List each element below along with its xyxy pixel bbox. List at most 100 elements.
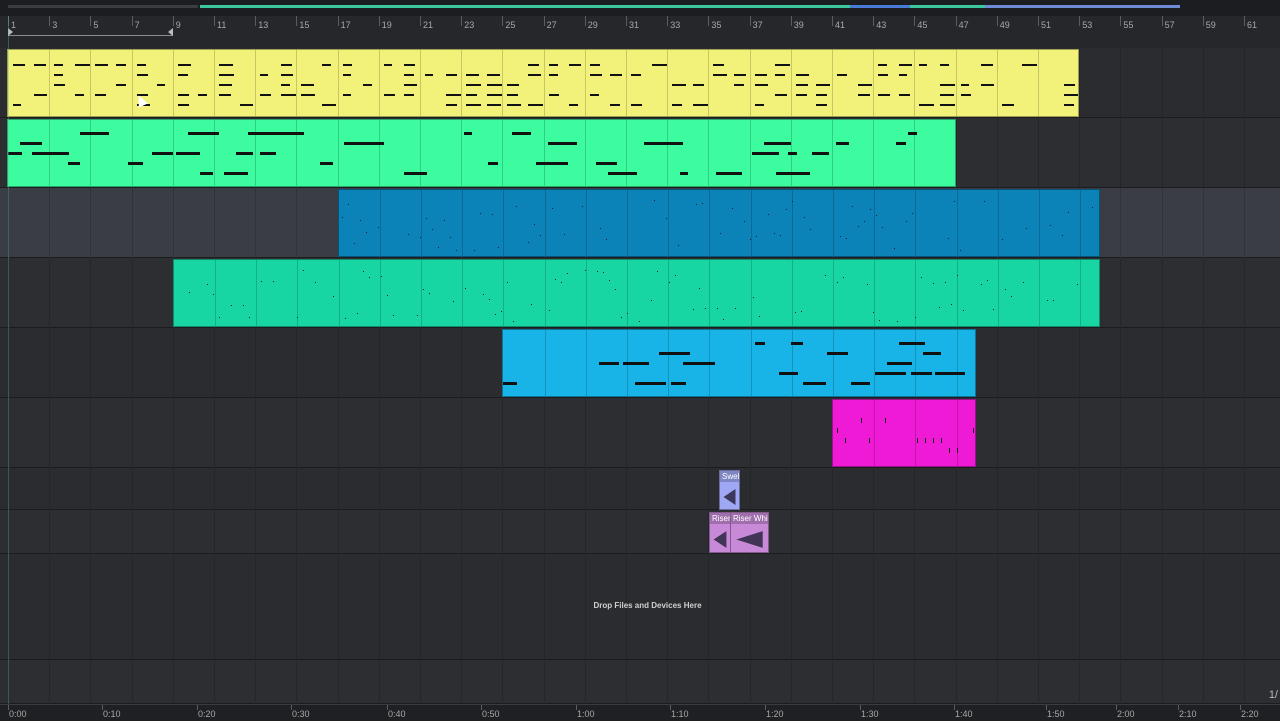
audio-clip[interactable]: Swel — [719, 470, 740, 510]
track-lane[interactable] — [0, 398, 1280, 468]
midi-note — [692, 309, 694, 310]
grid-line — [1038, 118, 1039, 188]
midi-note — [219, 64, 233, 66]
grid-line — [1244, 258, 1245, 328]
midi-note — [506, 282, 508, 283]
midi-note — [898, 94, 910, 96]
grid-line — [378, 328, 380, 398]
midi-clip[interactable] — [337, 189, 1100, 257]
midi-note — [651, 64, 667, 66]
beat-time-ruler[interactable]: 1 3 5 7 9 11 13 15 17 19 21 23 25 27 29 31 33 35 37 39 41 43 4… — [0, 16, 1280, 49]
grid-line — [49, 510, 51, 554]
midi-note — [695, 362, 716, 365]
time-label: 0:20 — [198, 709, 216, 719]
clip-segment-divider — [379, 190, 381, 256]
grid-line — [1202, 468, 1204, 510]
bar-tick — [255, 16, 257, 26]
midi-note — [54, 74, 64, 76]
midi-clip[interactable] — [502, 329, 977, 397]
midi-note — [503, 382, 518, 385]
waveform — [712, 529, 728, 550]
grid-line — [873, 660, 875, 704]
midi-note — [445, 104, 457, 106]
midi-clip[interactable] — [172, 259, 1100, 327]
grid-line — [337, 328, 339, 398]
grid-line — [90, 660, 92, 704]
clip-segment-divider — [543, 120, 545, 186]
clip-segment-divider — [544, 260, 546, 326]
bar-number-label: 47 — [958, 20, 969, 30]
midi-note — [614, 289, 616, 290]
grid-line — [1038, 328, 1039, 398]
time-ruler[interactable]: 0:00 0:10 0:20 0:30 0:40 0:50 1:00 1:10 1:20 1:30… — [0, 704, 1280, 721]
midi-note — [314, 282, 316, 283]
midi-note — [1067, 212, 1069, 213]
midi-note — [92, 132, 109, 135]
loop-end-marker[interactable] — [168, 28, 173, 36]
midi-note — [1052, 300, 1054, 301]
midi-note — [779, 372, 799, 375]
midi-note — [74, 94, 84, 96]
midi-note — [668, 282, 670, 283]
bar-number-label: 9 — [175, 20, 181, 30]
midi-note — [356, 142, 384, 145]
grid-line — [1038, 510, 1039, 554]
grid-line — [131, 660, 133, 704]
midi-clip[interactable] — [7, 119, 956, 187]
midi-note — [404, 84, 418, 86]
arrangement-overview[interactable] — [0, 0, 1280, 17]
midi-note — [507, 94, 519, 96]
midi-note — [836, 282, 838, 283]
empty-lane[interactable] — [0, 660, 1280, 704]
grid-line — [1038, 398, 1039, 468]
grid-line — [337, 468, 339, 510]
grid-line — [502, 398, 504, 468]
midi-clip[interactable] — [7, 49, 1080, 117]
clip-segment-divider — [874, 260, 876, 326]
grid-line — [626, 398, 627, 468]
bar-number-label: 37 — [752, 20, 763, 30]
midi-note — [560, 162, 568, 165]
grid-line — [626, 510, 627, 554]
clip-segment-divider — [708, 50, 710, 116]
clip-segment-divider — [585, 190, 587, 256]
audio-clip[interactable]: Riser — [709, 512, 731, 553]
midi-note — [950, 304, 952, 305]
midi-note — [507, 104, 522, 106]
clip-segment-divider — [420, 120, 421, 186]
midi-note — [842, 277, 844, 278]
grid-line — [914, 468, 916, 510]
grid-line — [667, 660, 669, 704]
track-lane[interactable] — [0, 468, 1280, 510]
midi-note — [940, 94, 954, 96]
midi-note — [13, 64, 25, 66]
grid-line — [708, 468, 710, 510]
grid-line — [502, 468, 504, 510]
loop-brace[interactable] — [8, 28, 173, 36]
track-lane[interactable] — [0, 510, 1280, 554]
grid-line — [1244, 398, 1245, 468]
midi-note — [230, 305, 232, 306]
midi-note — [800, 311, 802, 312]
midi-note — [188, 132, 219, 135]
grid-line — [420, 468, 421, 510]
clip-segment-divider — [379, 260, 381, 326]
midi-note — [940, 104, 955, 106]
midi-note — [515, 206, 517, 207]
midi-note — [698, 288, 700, 289]
midi-note — [176, 152, 200, 155]
midi-note — [602, 272, 604, 273]
midi-clip[interactable] — [832, 399, 977, 467]
midi-note — [755, 236, 757, 237]
audio-clip[interactable]: Riser Whi — [730, 512, 769, 553]
bar-number-label: 29 — [587, 20, 598, 30]
midi-note — [775, 94, 788, 96]
midi-note — [809, 229, 811, 230]
clip-segment-divider — [626, 50, 627, 116]
grid-line — [378, 510, 380, 554]
midi-note — [949, 448, 950, 453]
midi-note — [302, 270, 304, 271]
grid-line — [790, 468, 792, 510]
grid-line — [790, 510, 792, 554]
midi-note — [20, 142, 42, 145]
